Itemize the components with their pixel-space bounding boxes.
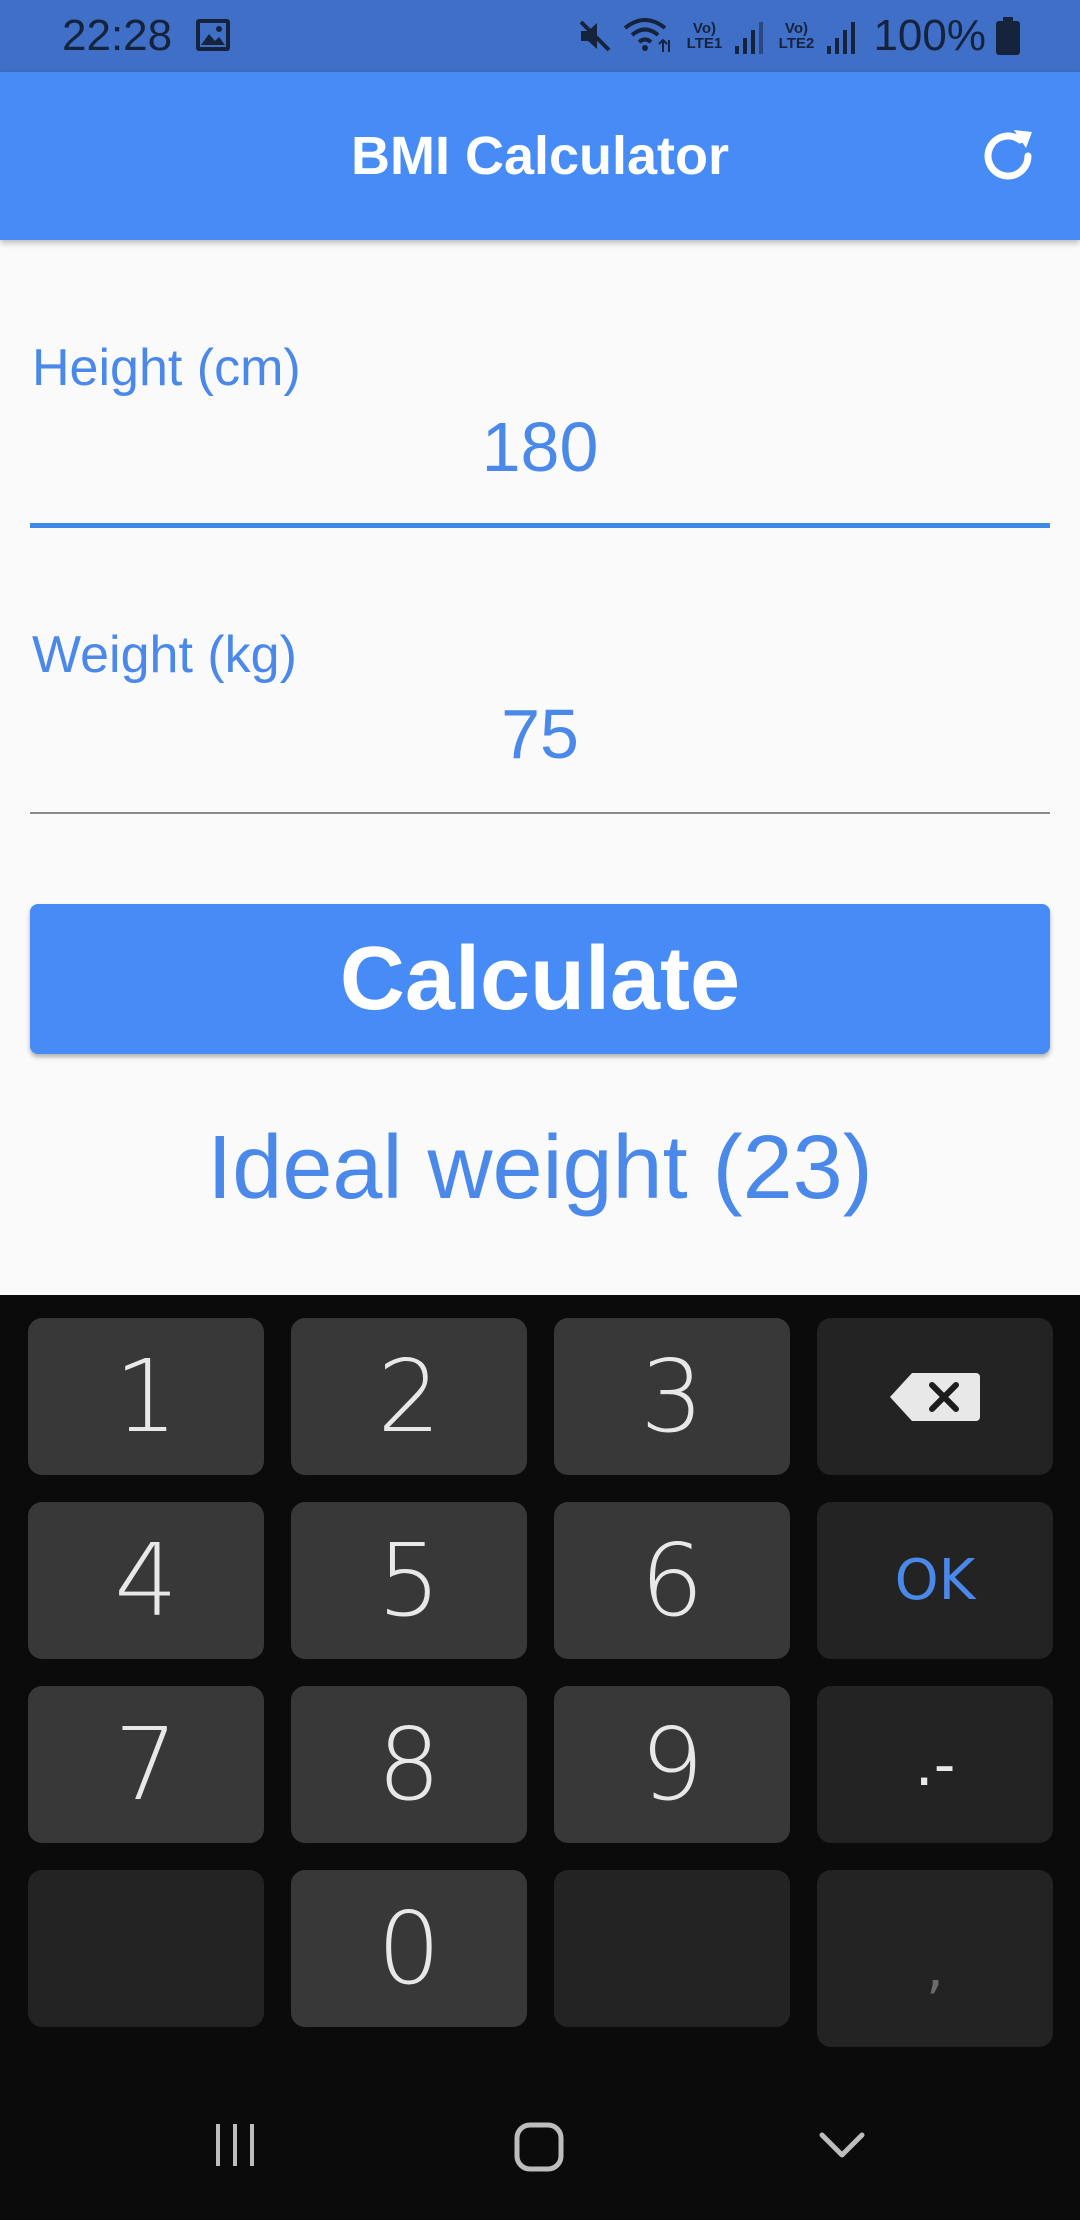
signal-icon xyxy=(735,22,764,54)
key-5[interactable]: 5 xyxy=(291,1502,527,1659)
key-4[interactable]: 4 xyxy=(28,1502,264,1659)
ok-key[interactable]: OK xyxy=(817,1502,1053,1659)
result-text: Ideal weight (23) xyxy=(207,1118,873,1218)
app-bar: BMI Calculator xyxy=(0,72,1080,240)
network-1-label: Vo) LTE1 xyxy=(686,20,723,52)
app-title: BMI Calculator xyxy=(350,126,730,186)
key-0[interactable]: 0 xyxy=(291,1870,527,2027)
calculate-button[interactable]: Calculate xyxy=(30,904,1050,1054)
blank-key-right xyxy=(554,1870,790,2027)
battery-icon xyxy=(996,17,1020,55)
home-icon[interactable] xyxy=(512,2120,566,2174)
dot-dash-key[interactable]: .- xyxy=(817,1686,1053,1843)
mute-icon xyxy=(580,20,611,52)
recent-apps-icon[interactable] xyxy=(210,2120,260,2170)
key-8[interactable]: 8 xyxy=(291,1686,527,1843)
backspace-key[interactable] xyxy=(817,1318,1053,1475)
battery-percent: 100% xyxy=(873,11,986,60)
back-icon[interactable] xyxy=(816,2125,868,2165)
status-bar: 22:28 Vo) LTE1 Vo) LTE2 100% xyxy=(0,0,1080,72)
refresh-icon[interactable] xyxy=(970,118,1046,194)
height-label: Height (cm) xyxy=(32,339,301,397)
key-6[interactable]: 6 xyxy=(554,1502,790,1659)
key-2[interactable]: 2 xyxy=(291,1318,527,1475)
comma-key[interactable]: , xyxy=(817,1870,1053,2047)
key-3[interactable]: 3 xyxy=(554,1318,790,1475)
weight-underline xyxy=(30,812,1050,814)
height-underline xyxy=(30,523,1050,528)
status-time: 22:28 xyxy=(62,11,173,60)
weight-label: Weight (kg) xyxy=(32,626,297,684)
blank-key-left xyxy=(28,1870,264,2027)
height-input[interactable]: 180 xyxy=(30,407,1050,487)
status-icons: Vo) LTE1 Vo) LTE2 100% xyxy=(577,10,1020,62)
gallery-icon xyxy=(196,19,230,51)
navigation-bar xyxy=(0,2065,1080,2220)
signal-icon xyxy=(827,22,856,54)
backspace-icon xyxy=(890,1372,980,1421)
key-7[interactable]: 7 xyxy=(28,1686,264,1843)
key-9[interactable]: 9 xyxy=(554,1686,790,1843)
weight-input[interactable]: 75 xyxy=(30,694,1050,774)
key-1[interactable]: 1 xyxy=(28,1318,264,1475)
network-2-label: Vo) LTE2 xyxy=(778,20,815,52)
wifi-icon xyxy=(624,18,671,52)
